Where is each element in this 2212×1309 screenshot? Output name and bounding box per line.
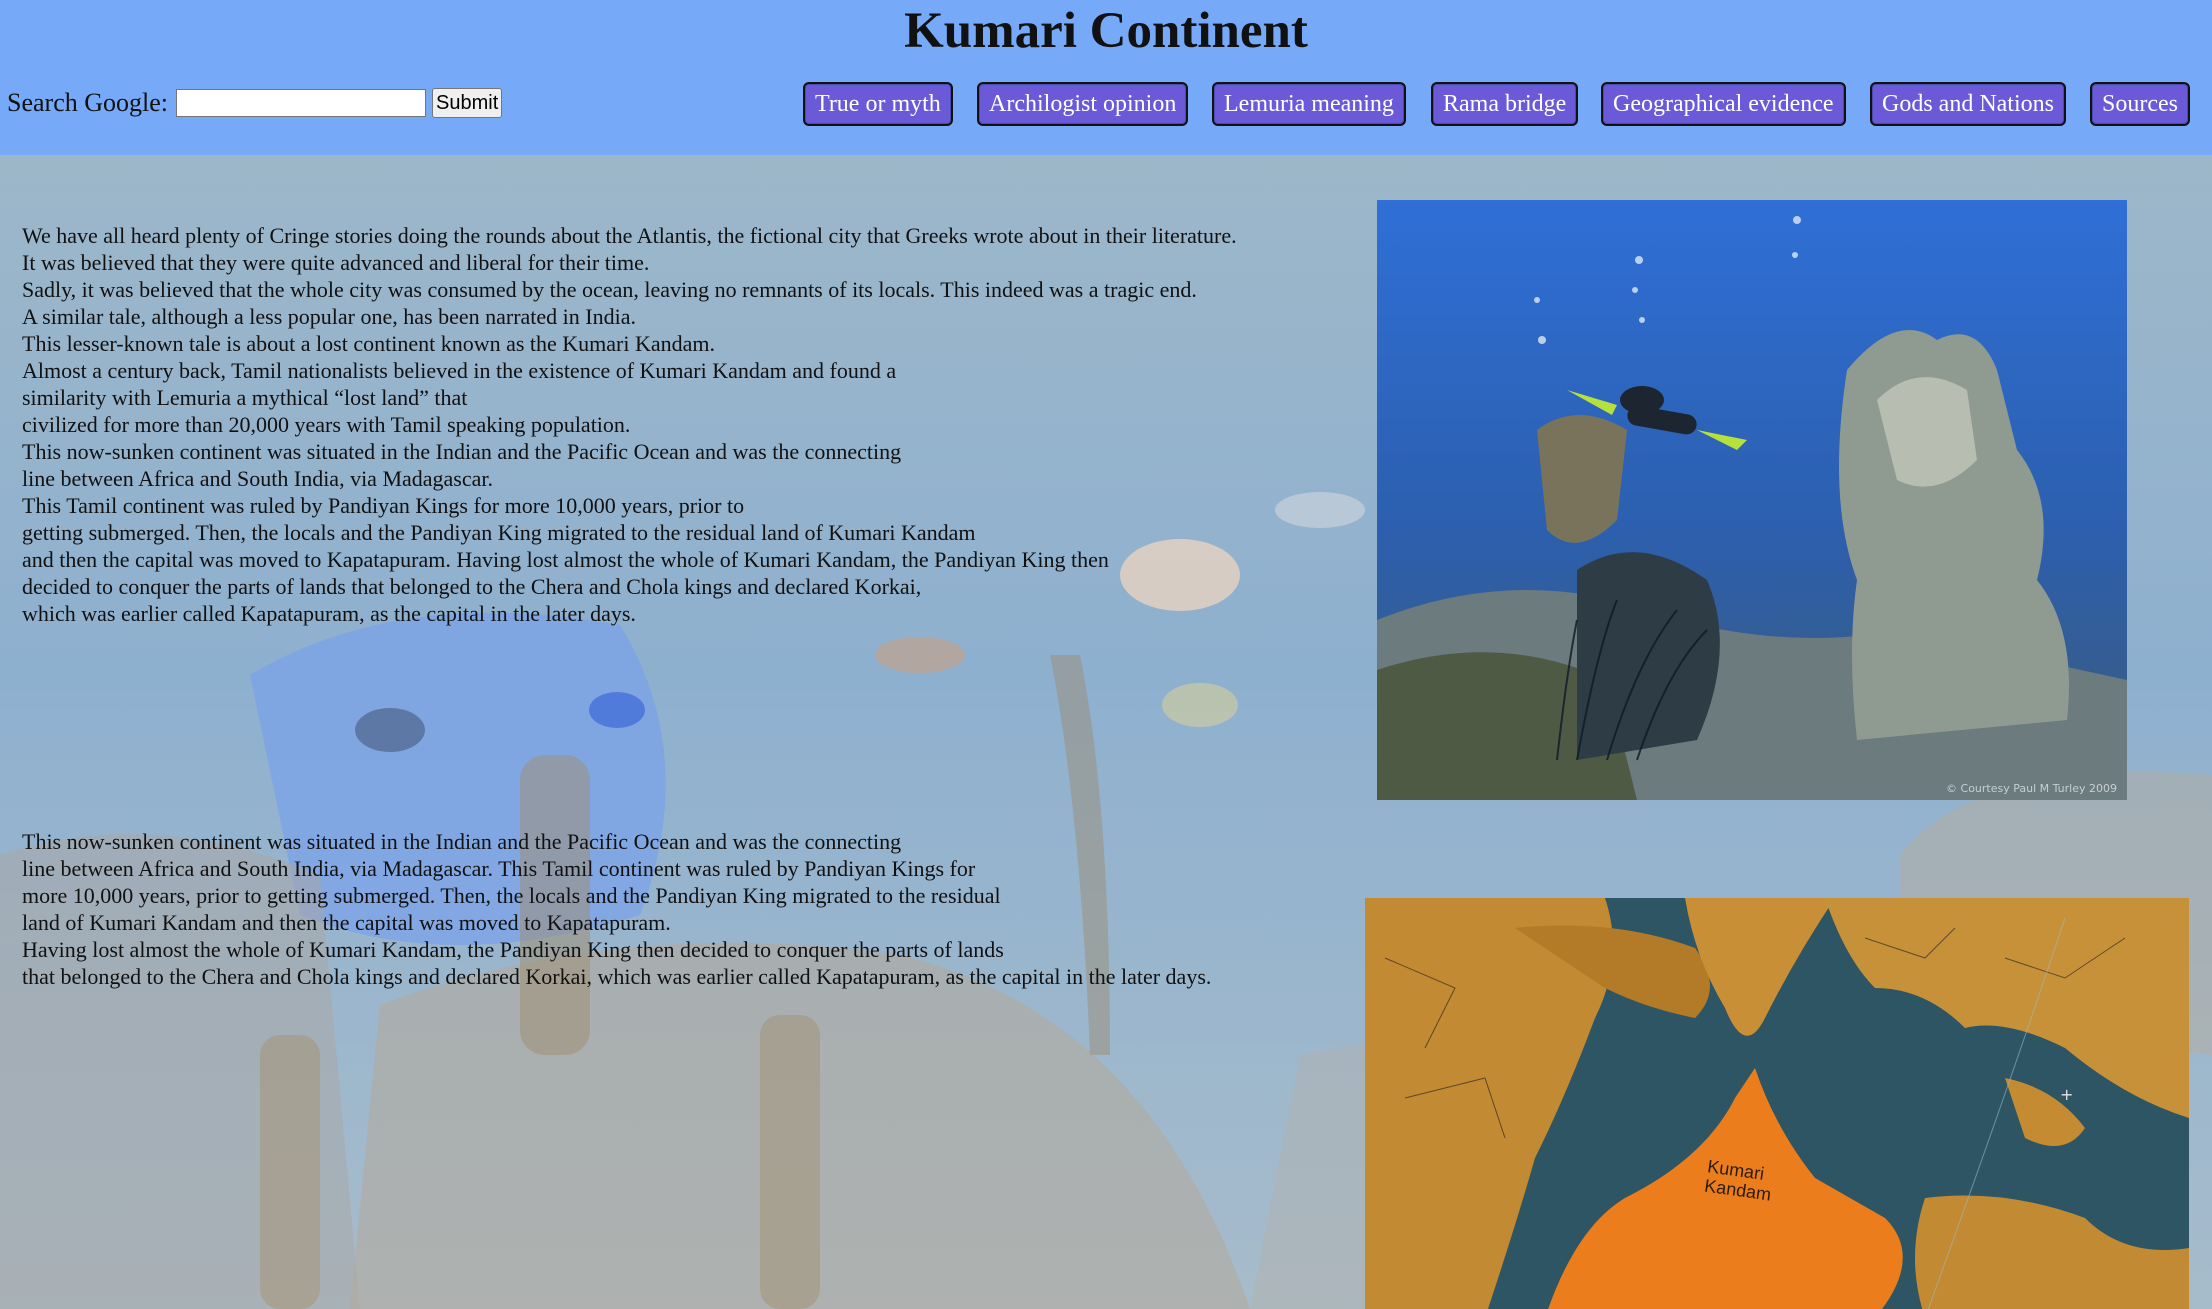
text-line: which was earlier called Kapatapuram, as… — [22, 601, 636, 626]
nav-archilogist-opinion[interactable]: Archilogist opinion — [977, 82, 1189, 126]
text-line: more 10,000 years, prior to getting subm… — [22, 883, 1001, 908]
search-input[interactable] — [176, 89, 427, 117]
text-line: This now-sunken continent was situated i… — [22, 439, 902, 464]
text-line: civilized for more than 20,000 years wit… — [22, 412, 631, 437]
text-line: This Tamil continent was ruled by Pandiy… — [22, 493, 745, 518]
text-line: This now-sunken continent was situated i… — [22, 829, 902, 854]
text-line: Sadly, it was believed that the whole ci… — [22, 277, 1197, 302]
text-line: This lesser-known tale is about a lost c… — [22, 331, 716, 356]
nav-rama-bridge[interactable]: Rama bridge — [1431, 82, 1579, 126]
photo-credit: © Courtesy Paul M Turley 2009 — [1946, 782, 2117, 795]
nav-sources[interactable]: Sources — [2090, 82, 2190, 126]
text-line: decided to conquer the parts of lands th… — [22, 574, 922, 599]
main-content: We have all heard plenty of Cringe stori… — [0, 155, 2212, 1309]
intro-paragraph: We have all heard plenty of Cringe stori… — [22, 222, 1237, 627]
text-line: similarity with Lemuria a mythical “lost… — [22, 385, 468, 410]
page-title: Kumari Continent — [904, 3, 1308, 59]
text-line: land of Kumari Kandam and then the capit… — [22, 910, 671, 935]
text-line: line between Africa and South India, via… — [22, 856, 976, 881]
search-label: Search Google: — [7, 88, 169, 117]
text-line: that belonged to the Chera and Chola kin… — [22, 964, 1212, 989]
search-form: Search Google: Submit — [7, 88, 503, 118]
text-line: We have all heard plenty of Cringe stori… — [22, 223, 1237, 248]
text-line: and then the capital was moved to Kapata… — [22, 547, 1109, 572]
text-line: A similar tale, although a less popular … — [22, 304, 636, 329]
text-line: Having lost almost the whole of Kumari K… — [22, 937, 1004, 962]
text-line: It was believed that they were quite adv… — [22, 250, 650, 275]
kumari-kandam-map: Kumari Kandam + — [1365, 898, 2189, 1309]
text-line: Almost a century back, Tamil nationalist… — [22, 358, 897, 383]
diver-statue-photo: © Courtesy Paul M Turley 2009 — [1377, 200, 2127, 800]
text-line: getting submerged. Then, the locals and … — [22, 520, 976, 545]
nav-gods-and-nations[interactable]: Gods and Nations — [1870, 82, 2066, 126]
second-paragraph: This now-sunken continent was situated i… — [22, 828, 1211, 990]
page-header: Kumari Continent Search Google: Submit T… — [0, 0, 2212, 155]
text-line: line between Africa and South India, via… — [22, 466, 494, 491]
submit-button[interactable]: Submit — [432, 88, 503, 118]
crosshair-icon: + — [2060, 1085, 2073, 1104]
nav-true-or-myth[interactable]: True or myth — [803, 82, 953, 126]
nav-lemuria-meaning[interactable]: Lemuria meaning — [1212, 82, 1406, 126]
nav-geographical-evidence[interactable]: Geographical evidence — [1601, 82, 1846, 126]
